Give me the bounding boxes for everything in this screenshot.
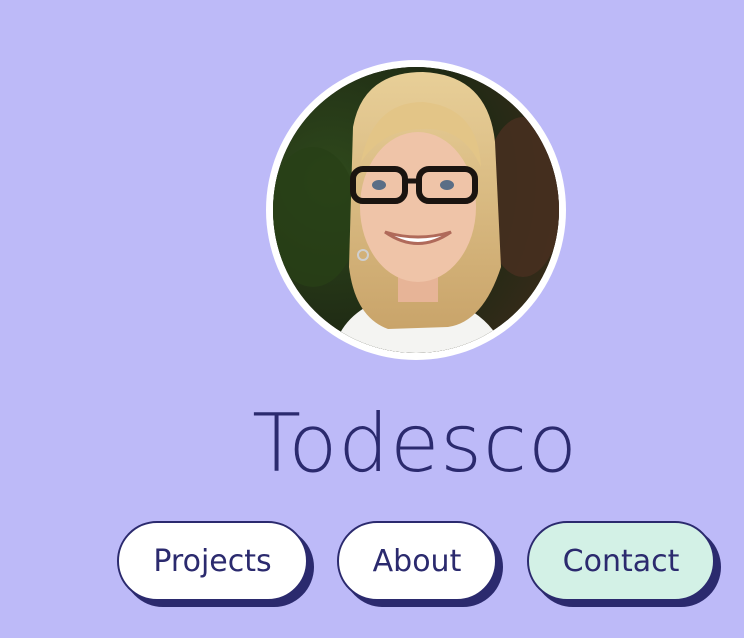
profile-photo (273, 67, 559, 353)
avatar (266, 60, 566, 360)
nav-contact-label: Contact (562, 543, 680, 579)
portrait-photo-icon (273, 67, 559, 353)
nav-about-button[interactable]: About (337, 521, 497, 601)
page-title: Todesco (252, 397, 578, 490)
nav-about-label: About (372, 543, 462, 579)
nav-projects-label: Projects (153, 543, 272, 579)
nav-contact-button[interactable]: Contact (527, 521, 715, 601)
nav-projects-button[interactable]: Projects (117, 521, 308, 601)
